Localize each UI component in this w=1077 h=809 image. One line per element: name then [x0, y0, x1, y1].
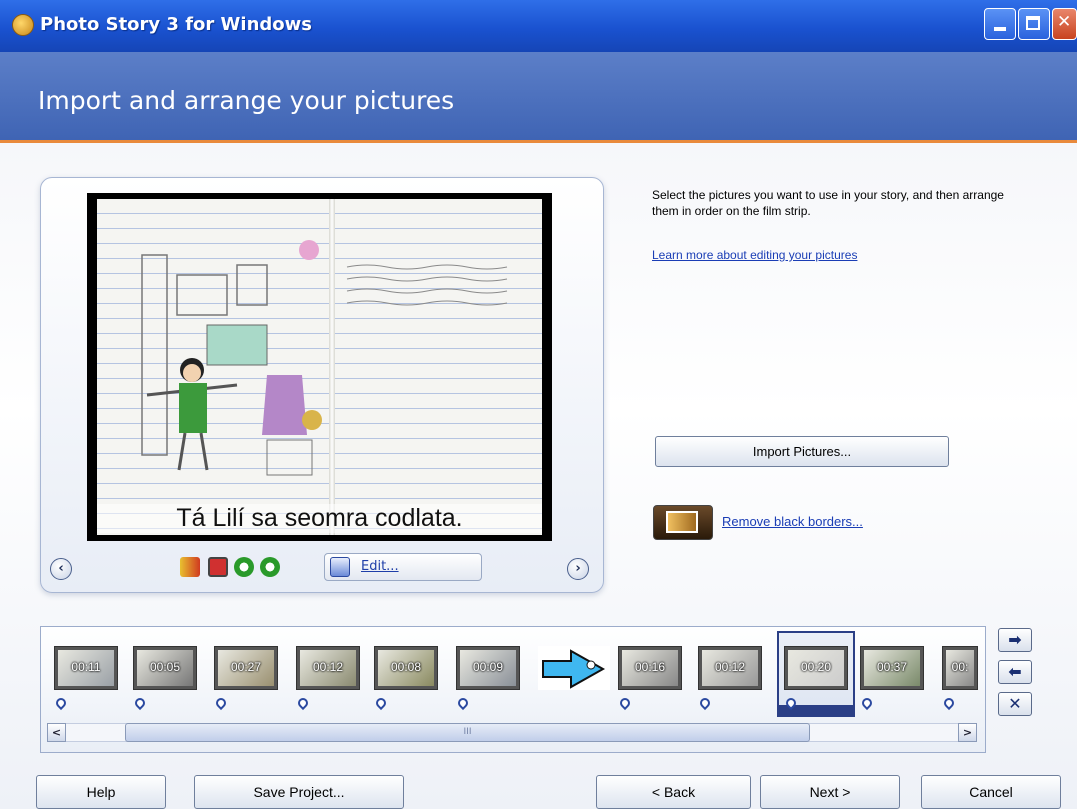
- film-strip-thumbnail[interactable]: 00:: [942, 646, 978, 690]
- maximize-button[interactable]: [1018, 8, 1050, 40]
- next-picture-icon[interactable]: ›: [567, 558, 589, 580]
- thumbnail-duration: 00:08: [390, 660, 422, 674]
- help-button[interactable]: Help: [36, 775, 166, 809]
- page-title: Import and arrange your pictures: [38, 86, 455, 115]
- remove-borders-link[interactable]: Remove black borders...: [722, 514, 863, 529]
- film-strip-thumbnail[interactable]: 00:16: [618, 646, 682, 690]
- thumbnail-duration: 00:09: [472, 660, 504, 674]
- film-strip-thumbnail[interactable]: 00:05: [133, 646, 197, 690]
- remove-borders-icon[interactable]: [653, 505, 713, 540]
- film-strip-thumbnail[interactable]: 00:37: [860, 646, 924, 690]
- close-button[interactable]: [1052, 8, 1077, 40]
- thumbnail-duration: 00:20: [800, 660, 832, 674]
- thumbnail-image: [541, 649, 607, 689]
- rotate-left-icon[interactable]: [234, 557, 254, 577]
- transition-arrow-thumbnail[interactable]: [538, 646, 610, 690]
- back-button[interactable]: < Back: [596, 775, 751, 809]
- thumbnail-duration: 00:37: [876, 660, 908, 674]
- delete-icon[interactable]: ✕: [998, 692, 1032, 716]
- film-strip-thumbnail[interactable]: 00:27: [214, 646, 278, 690]
- minimize-button[interactable]: [984, 8, 1016, 40]
- picture-preview: Tá Lilí sa seomra codlata.: [87, 193, 552, 541]
- instructions-text: Select the pictures you want to use in y…: [652, 188, 1004, 218]
- edit-label[interactable]: Edit...: [361, 559, 399, 574]
- prev-picture-icon[interactable]: ‹: [50, 558, 72, 580]
- scroll-thumb[interactable]: III: [125, 723, 810, 742]
- thumbnail-duration: 00:: [951, 660, 969, 674]
- edit-icon[interactable]: [330, 557, 350, 577]
- scroll-right-icon[interactable]: >: [958, 723, 977, 742]
- page-header: Import and arrange your pictures: [0, 52, 1077, 143]
- film-strip-thumbnail[interactable]: 00:11: [54, 646, 118, 690]
- film-strip-thumbnail[interactable]: 00:09: [456, 646, 520, 690]
- film-strip-thumbnail[interactable]: 00:12: [296, 646, 360, 690]
- move-left-icon[interactable]: ⬅: [998, 660, 1032, 684]
- rotate-right-icon[interactable]: [260, 557, 280, 577]
- app-icon[interactable]: [12, 14, 34, 36]
- save-project-button[interactable]: Save Project...: [194, 775, 404, 809]
- auto-fix-icon[interactable]: [180, 557, 200, 577]
- red-eye-icon[interactable]: [208, 557, 228, 577]
- cancel-button[interactable]: Cancel: [921, 775, 1061, 809]
- window-title: Photo Story 3 for Windows: [40, 14, 312, 35]
- film-strip-thumbnail[interactable]: 00:12: [698, 646, 762, 690]
- thumbnail-duration: 00:05: [149, 660, 181, 674]
- picture-caption: Tá Lilí sa seomra codlata.: [97, 504, 542, 533]
- title-bar: Photo Story 3 for Windows: [0, 0, 1077, 52]
- notebook-image: Tá Lilí sa seomra codlata.: [97, 199, 542, 535]
- thumbnail-duration: 00:12: [714, 660, 746, 674]
- film-strip-thumbnail[interactable]: 00:08: [374, 646, 438, 690]
- child-drawing: [141, 240, 322, 476]
- scroll-left-icon[interactable]: <: [47, 723, 66, 742]
- thumbnail-duration: 00:27: [230, 660, 262, 674]
- learn-more-link[interactable]: Learn more about editing your pictures: [652, 248, 857, 262]
- handwritten-text: [346, 264, 508, 306]
- move-right-icon[interactable]: ➡: [998, 628, 1032, 652]
- thumbnail-duration: 00:16: [634, 660, 666, 674]
- next-button[interactable]: Next >: [760, 775, 900, 809]
- thumbnail-duration: 00:11: [71, 660, 101, 674]
- film-strip-thumbnail[interactable]: 00:20: [784, 646, 848, 690]
- import-pictures-button[interactable]: Import Pictures...: [655, 436, 949, 467]
- thumbnail-duration: 00:12: [312, 660, 344, 674]
